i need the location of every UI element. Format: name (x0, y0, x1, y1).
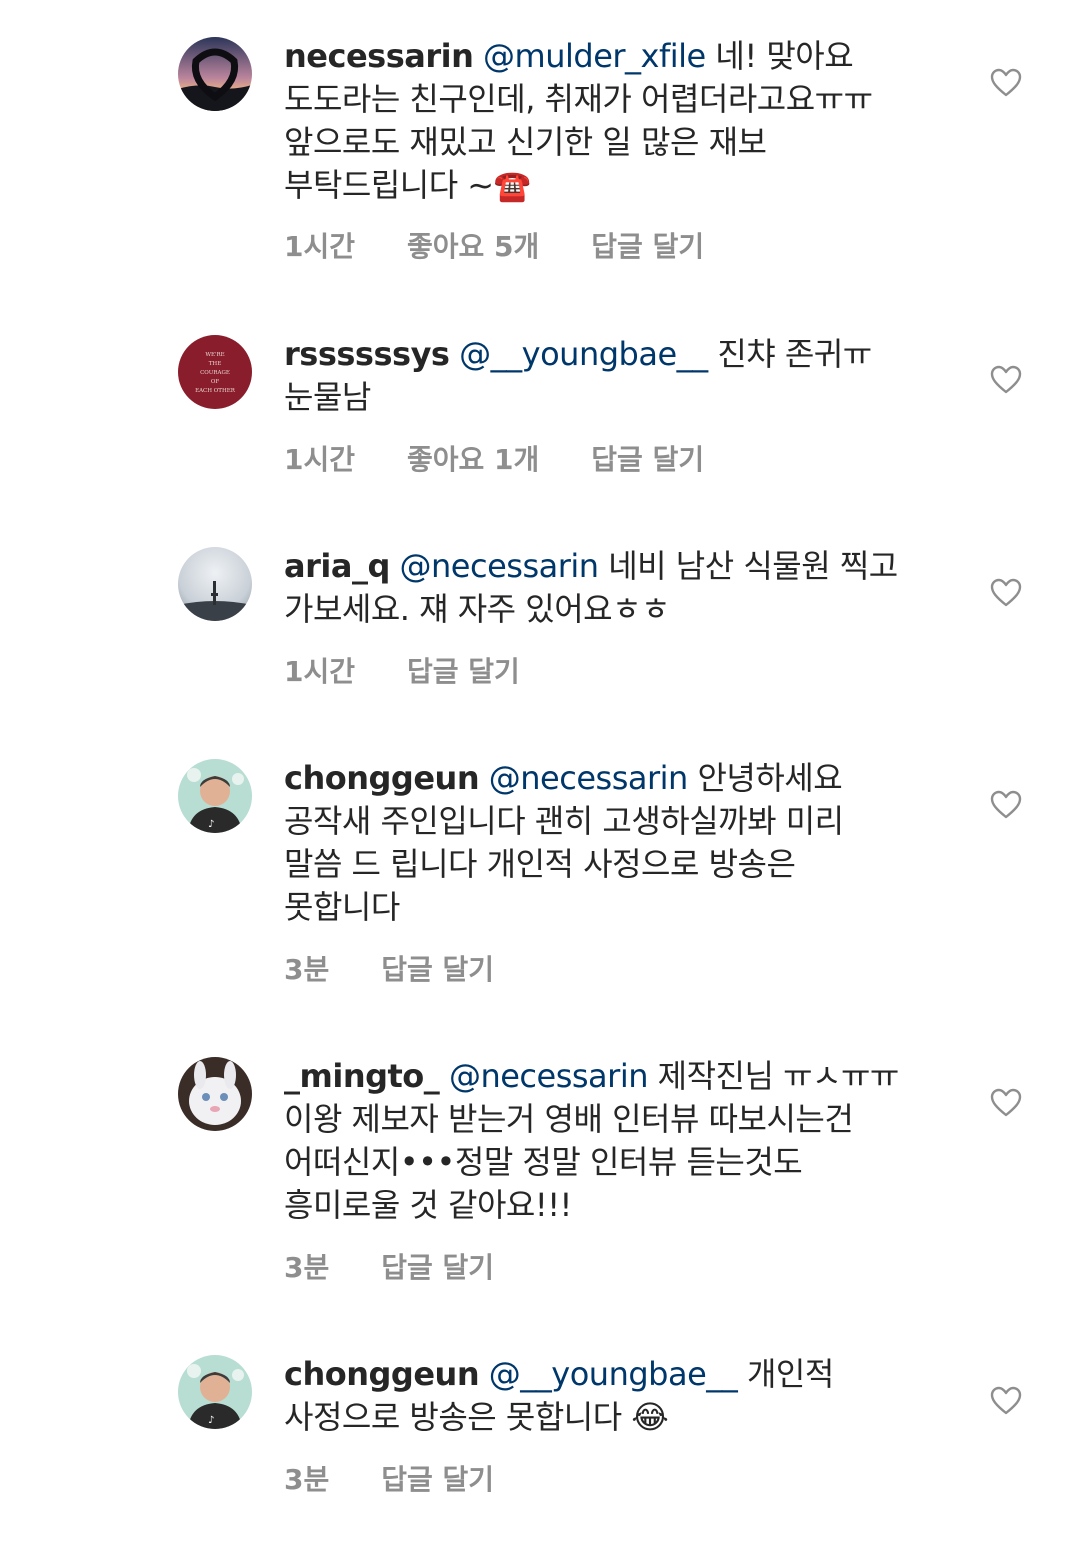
comment-meta: 1시간 좋아요 1개 답글 달기 (284, 438, 704, 478)
comment-line: 눈물남 (284, 378, 371, 416)
comment-line: 진챠 존귀ㅠ (717, 335, 872, 373)
like-count[interactable]: 좋아요 5개 (407, 225, 539, 265)
comment-text: chonggeun @__youngbae__ 개인적 사정으로 방송은 못합니… (284, 1353, 974, 1439)
comment-time: 3분 (284, 1251, 330, 1284)
comment-time: 1시간 (284, 230, 356, 263)
comment-line: 도도라는 친구인데, 취재가 어렵더라고요ㅠㅠ (284, 80, 873, 118)
comment-time: 1시간 (284, 443, 356, 476)
mention-link[interactable]: @necessarin (400, 547, 600, 585)
avatar[interactable]: WE'RE THE COURAGE OF EACH OTHER (178, 335, 252, 409)
comment-text: necessarin @mulder_xfile 네! 맞아요 도도라는 친구인… (284, 35, 974, 208)
heart-icon[interactable] (990, 790, 1022, 820)
comment-text: rssssssys @__youngbae__ 진챠 존귀ㅠ 눈물남 (284, 333, 974, 419)
avatar-text: THE (209, 361, 221, 367)
heart-icon[interactable] (990, 578, 1022, 608)
svg-text:♪: ♪ (208, 1415, 214, 1426)
telephone-emoji: ☎️ (493, 169, 531, 204)
heart-icon[interactable] (990, 1088, 1022, 1118)
reply-button[interactable]: 답글 달기 (407, 650, 520, 690)
comment-line: 못합니다 (284, 888, 400, 926)
avatar-text: COURAGE (200, 370, 230, 376)
avatar[interactable]: ♪ (178, 759, 252, 833)
heart-icon[interactable] (990, 365, 1022, 395)
comment-line: 말씀 드 립니다 개인적 사정으로 방송은 (284, 845, 796, 883)
comment-line: 흥미로울 것 같아요!!! (284, 1186, 572, 1224)
mention-link[interactable]: @necessarin (489, 759, 689, 797)
reply-button[interactable]: 답글 달기 (591, 438, 704, 478)
mention-link[interactable]: @__youngbae__ (489, 1355, 738, 1393)
username[interactable]: _mingto_ (284, 1057, 440, 1095)
username[interactable]: chonggeun (284, 759, 480, 797)
comment-line: 제작진님 ㅠㅅㅠㅠ (657, 1057, 900, 1095)
avatar[interactable] (178, 37, 252, 111)
comment-time: 3분 (284, 1463, 330, 1496)
heart-icon[interactable] (990, 1386, 1022, 1416)
reply-button[interactable]: 답글 달기 (381, 948, 494, 988)
comment-line: 가보세요. 쟤 자주 있어요ㅎㅎ (284, 590, 670, 628)
username[interactable]: chonggeun (284, 1355, 480, 1393)
username[interactable]: aria_q (284, 547, 390, 585)
comment-text: aria_q @necessarin 네비 남산 식물원 찍고 가보세요. 쟤 … (284, 545, 974, 631)
mention-link[interactable]: @mulder_xfile (483, 37, 706, 75)
laughing-emoji: 😂 (631, 1398, 669, 1436)
reply-button[interactable]: 답글 달기 (591, 225, 704, 265)
avatar[interactable] (178, 1057, 252, 1131)
avatar-text: OF (211, 379, 220, 385)
avatar-text: EACH OTHER (195, 388, 236, 394)
avatar[interactable]: ♪ (178, 1355, 252, 1429)
comment-time: 3분 (284, 953, 330, 986)
comment-line: 이왕 제보자 받는거 영배 인터뷰 따보시는건 (284, 1100, 854, 1138)
comment-line: 개인적 (746, 1355, 834, 1393)
username[interactable]: rssssssys (284, 335, 450, 373)
comment-line: 공작새 주인입니다 괜히 고생하실까봐 미리 (284, 802, 844, 840)
comment-meta: 1시간 좋아요 5개 답글 달기 (284, 225, 704, 265)
username[interactable]: necessarin (284, 37, 474, 75)
comment-line: 어떠신지•••정말 정말 인터뷰 듣는것도 (284, 1143, 803, 1181)
mention-link[interactable]: @__youngbae__ (459, 335, 708, 373)
comment-line: 네! 맞아요 (715, 37, 854, 75)
comment-meta: 1시간 답글 달기 (284, 650, 520, 690)
avatar[interactable] (178, 547, 252, 621)
comment-line: 부탁드립니다 ~ (284, 166, 494, 204)
svg-text:♪: ♪ (208, 819, 214, 830)
comment-line: 안녕하세요 (697, 759, 843, 797)
like-count[interactable]: 좋아요 1개 (407, 438, 539, 478)
comment-line: 앞으로도 재밌고 신기한 일 많은 재보 (284, 123, 767, 161)
avatar-text: WE'RE (205, 352, 224, 358)
reply-button[interactable]: 답글 달기 (381, 1458, 494, 1498)
heart-icon[interactable] (990, 68, 1022, 98)
comment-meta: 3분 답글 달기 (284, 1246, 494, 1286)
comment-time: 1시간 (284, 655, 356, 688)
comment-text: _mingto_ @necessarin 제작진님 ㅠㅅㅠㅠ 이왕 제보자 받는… (284, 1055, 974, 1227)
reply-button[interactable]: 답글 달기 (381, 1246, 494, 1286)
comment-line: 네비 남산 식물원 찍고 (608, 547, 898, 585)
mention-link[interactable]: @necessarin (449, 1057, 649, 1095)
comment-meta: 3분 답글 달기 (284, 948, 494, 988)
comment-text: chonggeun @necessarin 안녕하세요 공작새 주인입니다 괜히… (284, 757, 974, 929)
comment-meta: 3분 답글 달기 (284, 1458, 494, 1498)
comment-line: 사정으로 방송은 못합니다 (284, 1398, 632, 1436)
